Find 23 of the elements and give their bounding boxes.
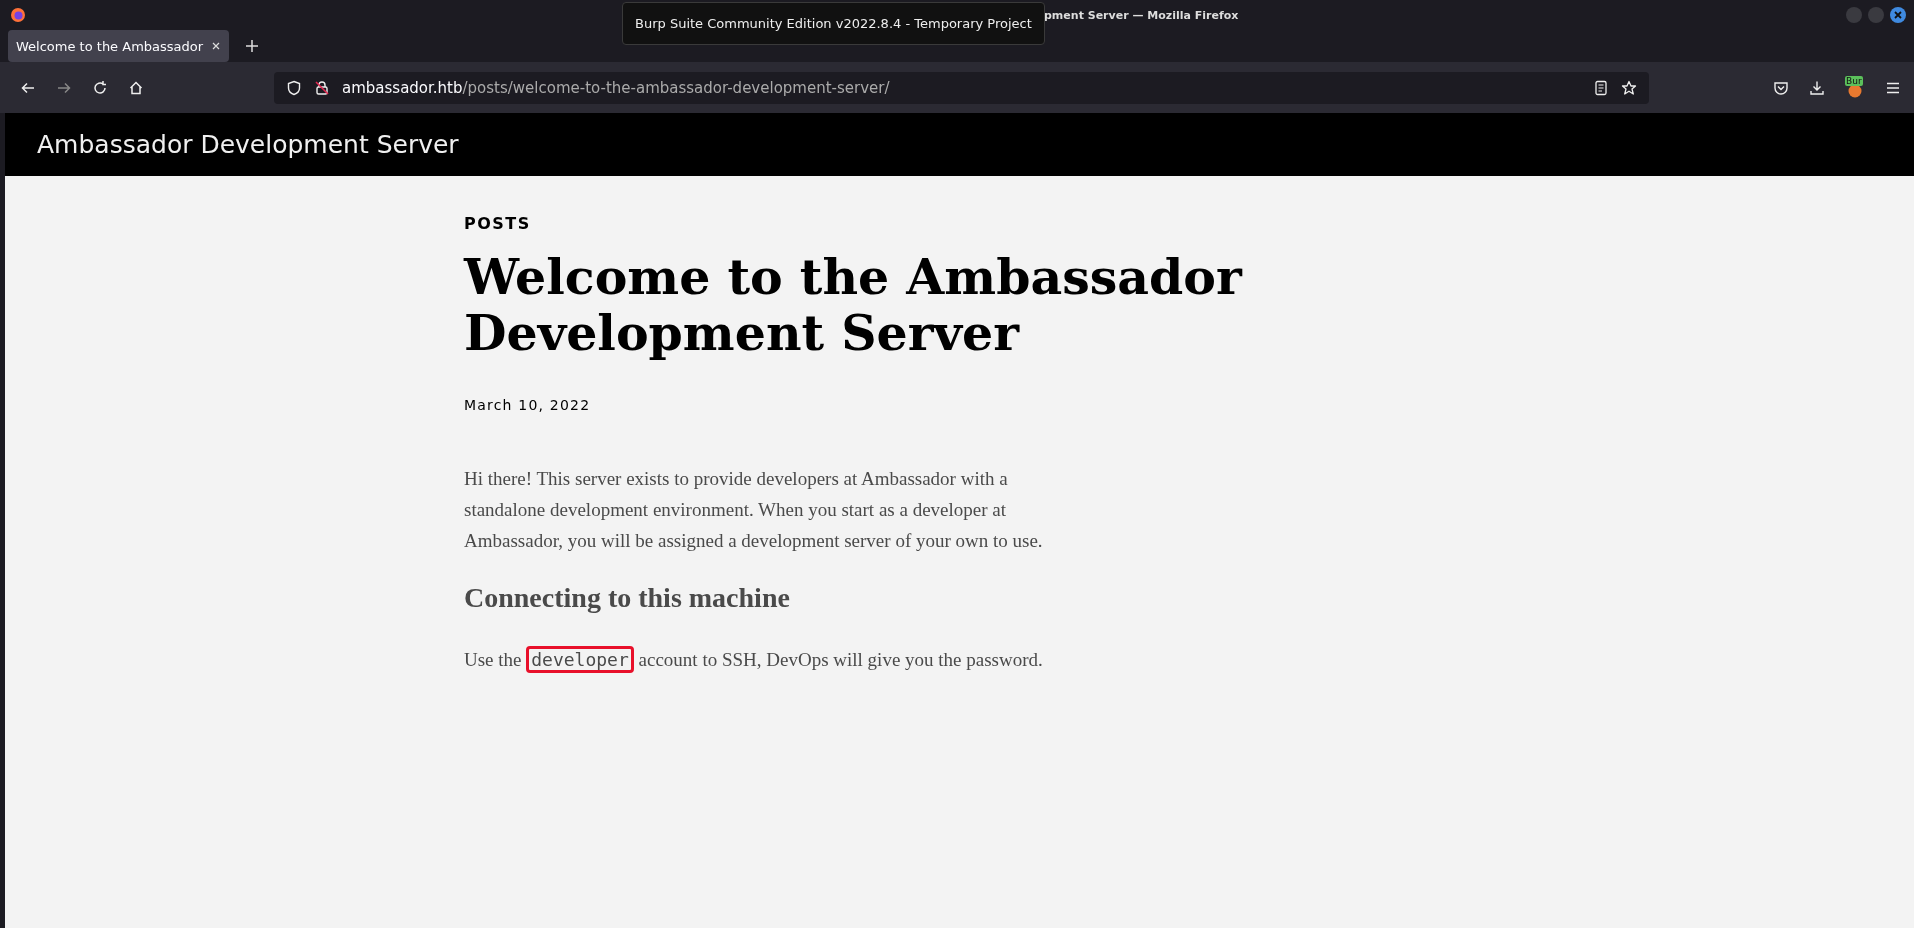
instruction-paragraph: Use the developer account to SSH, DevOps will give you the password. [464, 644, 1084, 675]
window-title: pment Server — Mozilla Firefox [1044, 9, 1239, 22]
site-title[interactable]: Ambassador Development Server [37, 130, 459, 159]
code-snippet: developer [526, 646, 634, 673]
insecure-lock-icon[interactable] [314, 79, 330, 96]
post-title: Welcome to the Ambassador Development Server [464, 249, 1244, 361]
address-bar[interactable]: ambassador.htb/posts/welcome-to-the-ambassador-development-server/ [274, 71, 1649, 104]
bookmark-star-icon[interactable] [1621, 79, 1637, 96]
intro-paragraph: Hi there! This server exists to provide developers at Ambassador with a standalone development environment. When you start as a developer at Ambassador, you will be assigned a development server of your own to use. [464, 467, 1044, 553]
new-tab-icon[interactable] [245, 39, 260, 53]
post-category[interactable]: POSTS [464, 214, 1914, 233]
reload-icon[interactable] [92, 79, 108, 96]
shield-icon[interactable] [286, 79, 302, 96]
reader-view-icon[interactable] [1593, 79, 1609, 96]
browser-tab[interactable]: Welcome to the Ambassador [8, 30, 230, 62]
home-icon[interactable] [128, 79, 144, 96]
post-date: March 10, 2022 [464, 397, 592, 413]
tooltip: Burp Suite Community Edition v2022.8.4 - Temporary Project [622, 2, 1045, 45]
section-heading: Connecting to this machine [464, 582, 791, 614]
url-text: ambassador.htb/posts/welcome-to-the-ambassador-development-server/ [342, 78, 890, 97]
download-icon[interactable] [1809, 79, 1825, 96]
close-button[interactable] [1890, 7, 1906, 23]
close-icon[interactable] [211, 41, 222, 51]
